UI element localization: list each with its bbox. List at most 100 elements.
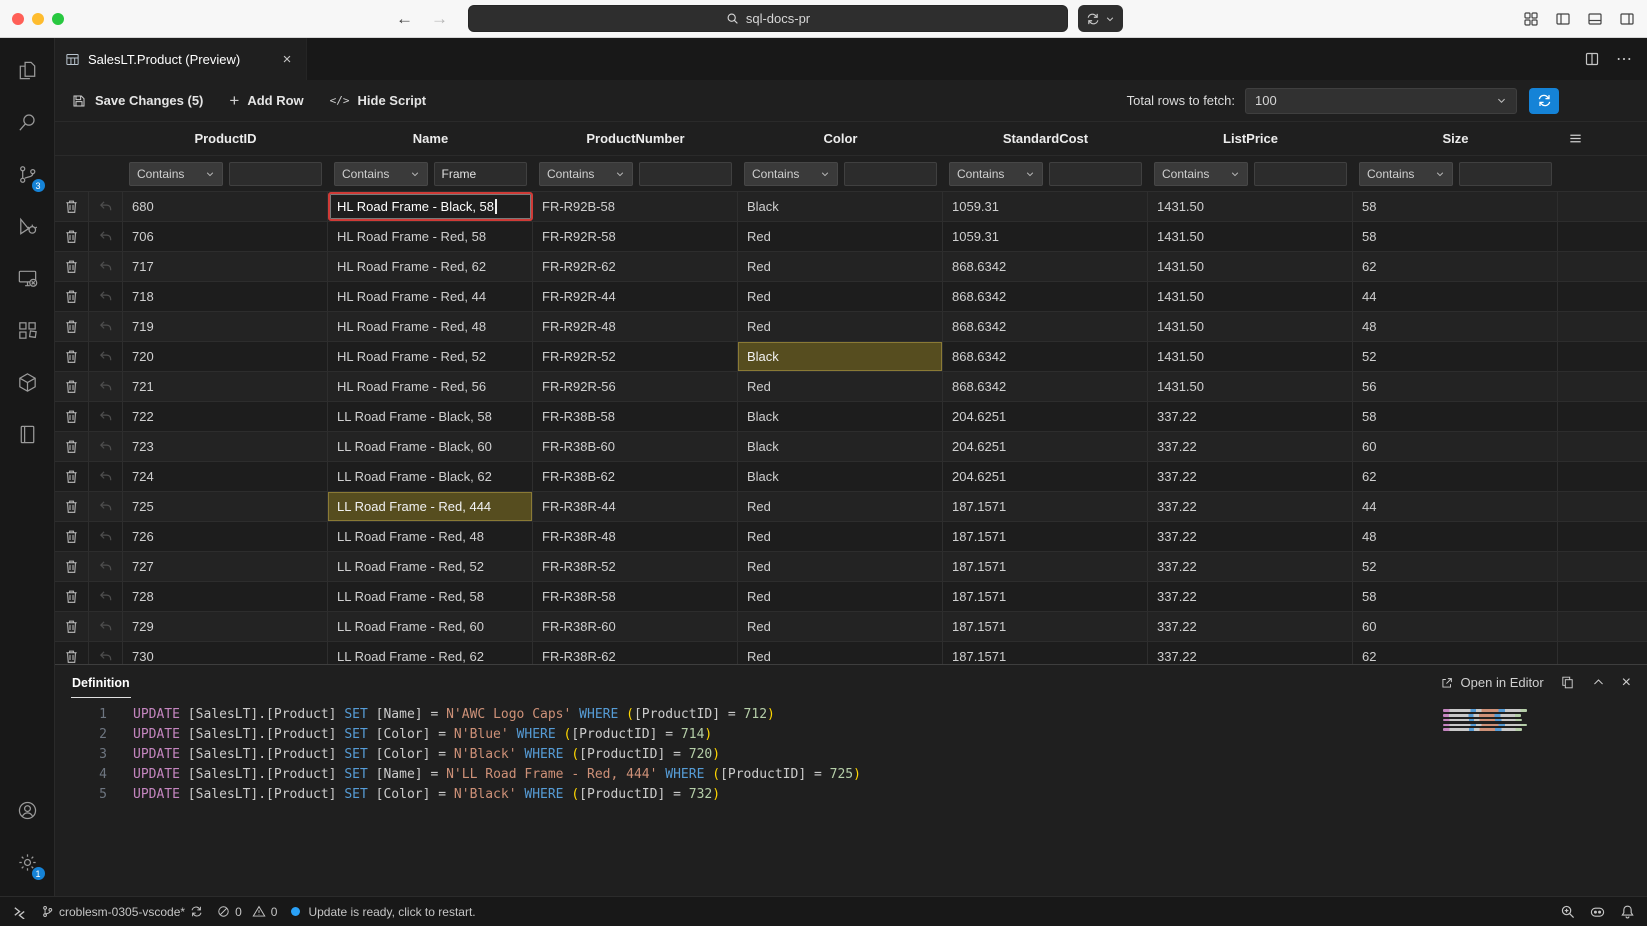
- more-actions-icon[interactable]: ⋯: [1616, 49, 1633, 69]
- cell-price[interactable]: 337.22: [1148, 492, 1353, 521]
- cell-price[interactable]: 1431.50: [1148, 282, 1353, 311]
- filter-input-cost[interactable]: [1049, 162, 1143, 186]
- cell-cost[interactable]: 1059.31: [943, 222, 1148, 251]
- settings-gear-icon[interactable]: 1: [0, 836, 55, 888]
- problems-status-item[interactable]: 0 0: [217, 905, 277, 919]
- delete-row-button[interactable]: [55, 312, 89, 341]
- cell-cost[interactable]: 187.1571: [943, 492, 1148, 521]
- remote-explorer-icon[interactable]: [0, 252, 55, 304]
- revert-row-button[interactable]: [89, 612, 123, 641]
- cell-color[interactable]: Black: [738, 462, 943, 491]
- revert-row-button[interactable]: [89, 582, 123, 611]
- cell-number[interactable]: FR-R92R-56: [533, 372, 738, 401]
- cell-number[interactable]: FR-R92R-52: [533, 342, 738, 371]
- split-editor-icon[interactable]: [1584, 51, 1600, 67]
- update-ready-item[interactable]: Update is ready, click to restart.: [291, 905, 475, 919]
- cell-number[interactable]: FR-R92R-58: [533, 222, 738, 251]
- cell-cost[interactable]: 204.6251: [943, 402, 1148, 431]
- cell-name[interactable]: LL Road Frame - Red, 60: [328, 612, 533, 641]
- cell-color[interactable]: Red: [738, 252, 943, 281]
- cell-cost[interactable]: 187.1571: [943, 642, 1148, 664]
- cell-size[interactable]: 58: [1353, 192, 1558, 221]
- toggle-primary-sidebar-icon[interactable]: [1555, 11, 1571, 27]
- cell-color[interactable]: Red: [738, 582, 943, 611]
- cell-cost[interactable]: 868.6342: [943, 372, 1148, 401]
- cell-name[interactable]: LL Road Frame - Red, 444: [328, 492, 533, 521]
- cell-color[interactable]: Black: [738, 192, 943, 221]
- minimize-window-button[interactable]: [32, 13, 44, 25]
- cell-id[interactable]: 706: [123, 222, 328, 251]
- cell-number[interactable]: FR-R38B-58: [533, 402, 738, 431]
- cell-color[interactable]: Red: [738, 552, 943, 581]
- cell-number[interactable]: FR-R38B-60: [533, 432, 738, 461]
- repo-status-item[interactable]: croblesm-0305-vscode*: [41, 905, 203, 919]
- cell-name[interactable]: LL Road Frame - Black, 60: [328, 432, 533, 461]
- cell-cost[interactable]: 187.1571: [943, 522, 1148, 551]
- cell-number[interactable]: FR-R38R-58: [533, 582, 738, 611]
- filter-operator-dropdown-number[interactable]: Contains: [539, 162, 633, 186]
- cell-price[interactable]: 337.22: [1148, 522, 1353, 551]
- delete-row-button[interactable]: [55, 402, 89, 431]
- cell-id[interactable]: 722: [123, 402, 328, 431]
- revert-row-button[interactable]: [89, 372, 123, 401]
- explorer-icon[interactable]: [0, 44, 55, 96]
- close-window-button[interactable]: [12, 13, 24, 25]
- cell-price[interactable]: 1431.50: [1148, 342, 1353, 371]
- delete-row-button[interactable]: [55, 492, 89, 521]
- cell-size[interactable]: 58: [1353, 402, 1558, 431]
- cell-price[interactable]: 1431.50: [1148, 312, 1353, 341]
- delete-row-button[interactable]: [55, 372, 89, 401]
- cell-id[interactable]: 727: [123, 552, 328, 581]
- cell-id[interactable]: 728: [123, 582, 328, 611]
- remote-indicator[interactable]: [12, 904, 27, 919]
- cell-color[interactable]: Red: [738, 492, 943, 521]
- filter-input-name[interactable]: Frame: [434, 162, 528, 186]
- cell-id[interactable]: 717: [123, 252, 328, 281]
- cell-size[interactable]: 58: [1353, 222, 1558, 251]
- cell-color[interactable]: Red: [738, 222, 943, 251]
- cell-id[interactable]: 718: [123, 282, 328, 311]
- cell-price[interactable]: 337.22: [1148, 462, 1353, 491]
- delete-row-button[interactable]: [55, 282, 89, 311]
- cell-size[interactable]: 60: [1353, 612, 1558, 641]
- cell-price[interactable]: 337.22: [1148, 432, 1353, 461]
- cell-size[interactable]: 62: [1353, 252, 1558, 281]
- back-icon[interactable]: ←: [396, 9, 413, 29]
- cell-number[interactable]: FR-R92R-48: [533, 312, 738, 341]
- refresh-button[interactable]: [1529, 88, 1559, 114]
- cell-color[interactable]: Black: [738, 342, 943, 371]
- cell-id[interactable]: 680: [123, 192, 328, 221]
- cell-color[interactable]: Red: [738, 642, 943, 664]
- cell-cost[interactable]: 868.6342: [943, 252, 1148, 281]
- revert-row-button[interactable]: [89, 432, 123, 461]
- revert-row-button[interactable]: [89, 282, 123, 311]
- revert-row-button[interactable]: [89, 252, 123, 281]
- cell-name[interactable]: LL Road Frame - Red, 62: [328, 642, 533, 664]
- cell-number[interactable]: FR-R38R-44: [533, 492, 738, 521]
- cell-id[interactable]: 724: [123, 462, 328, 491]
- cell-size[interactable]: 44: [1353, 282, 1558, 311]
- cell-price[interactable]: 1431.50: [1148, 372, 1353, 401]
- revert-row-button[interactable]: [89, 402, 123, 431]
- column-menu-button[interactable]: [1558, 131, 1647, 146]
- extensions-icon[interactable]: [0, 304, 55, 356]
- cell-name[interactable]: HL Road Frame - Red, 56: [328, 372, 533, 401]
- cell-size[interactable]: 56: [1353, 372, 1558, 401]
- cell-id[interactable]: 719: [123, 312, 328, 341]
- revert-row-button[interactable]: [89, 552, 123, 581]
- cell-name[interactable]: LL Road Frame - Red, 58: [328, 582, 533, 611]
- save-changes-button[interactable]: Save Changes (5): [71, 93, 203, 109]
- account-icon[interactable]: [0, 784, 55, 836]
- column-header-id[interactable]: ProductID: [123, 131, 328, 146]
- cell-edit-input[interactable]: HL Road Frame - Black, 58: [330, 194, 531, 219]
- cell-name[interactable]: HL Road Frame - Red, 48: [328, 312, 533, 341]
- cell-price[interactable]: 337.22: [1148, 642, 1353, 664]
- delete-row-button[interactable]: [55, 522, 89, 551]
- delete-row-button[interactable]: [55, 582, 89, 611]
- toggle-panel-icon[interactable]: [1587, 11, 1603, 27]
- cell-size[interactable]: 44: [1353, 492, 1558, 521]
- filter-input-id[interactable]: [229, 162, 323, 186]
- delete-row-button[interactable]: [55, 252, 89, 281]
- cell-name[interactable]: LL Road Frame - Black, 62: [328, 462, 533, 491]
- cell-number[interactable]: FR-R38R-52: [533, 552, 738, 581]
